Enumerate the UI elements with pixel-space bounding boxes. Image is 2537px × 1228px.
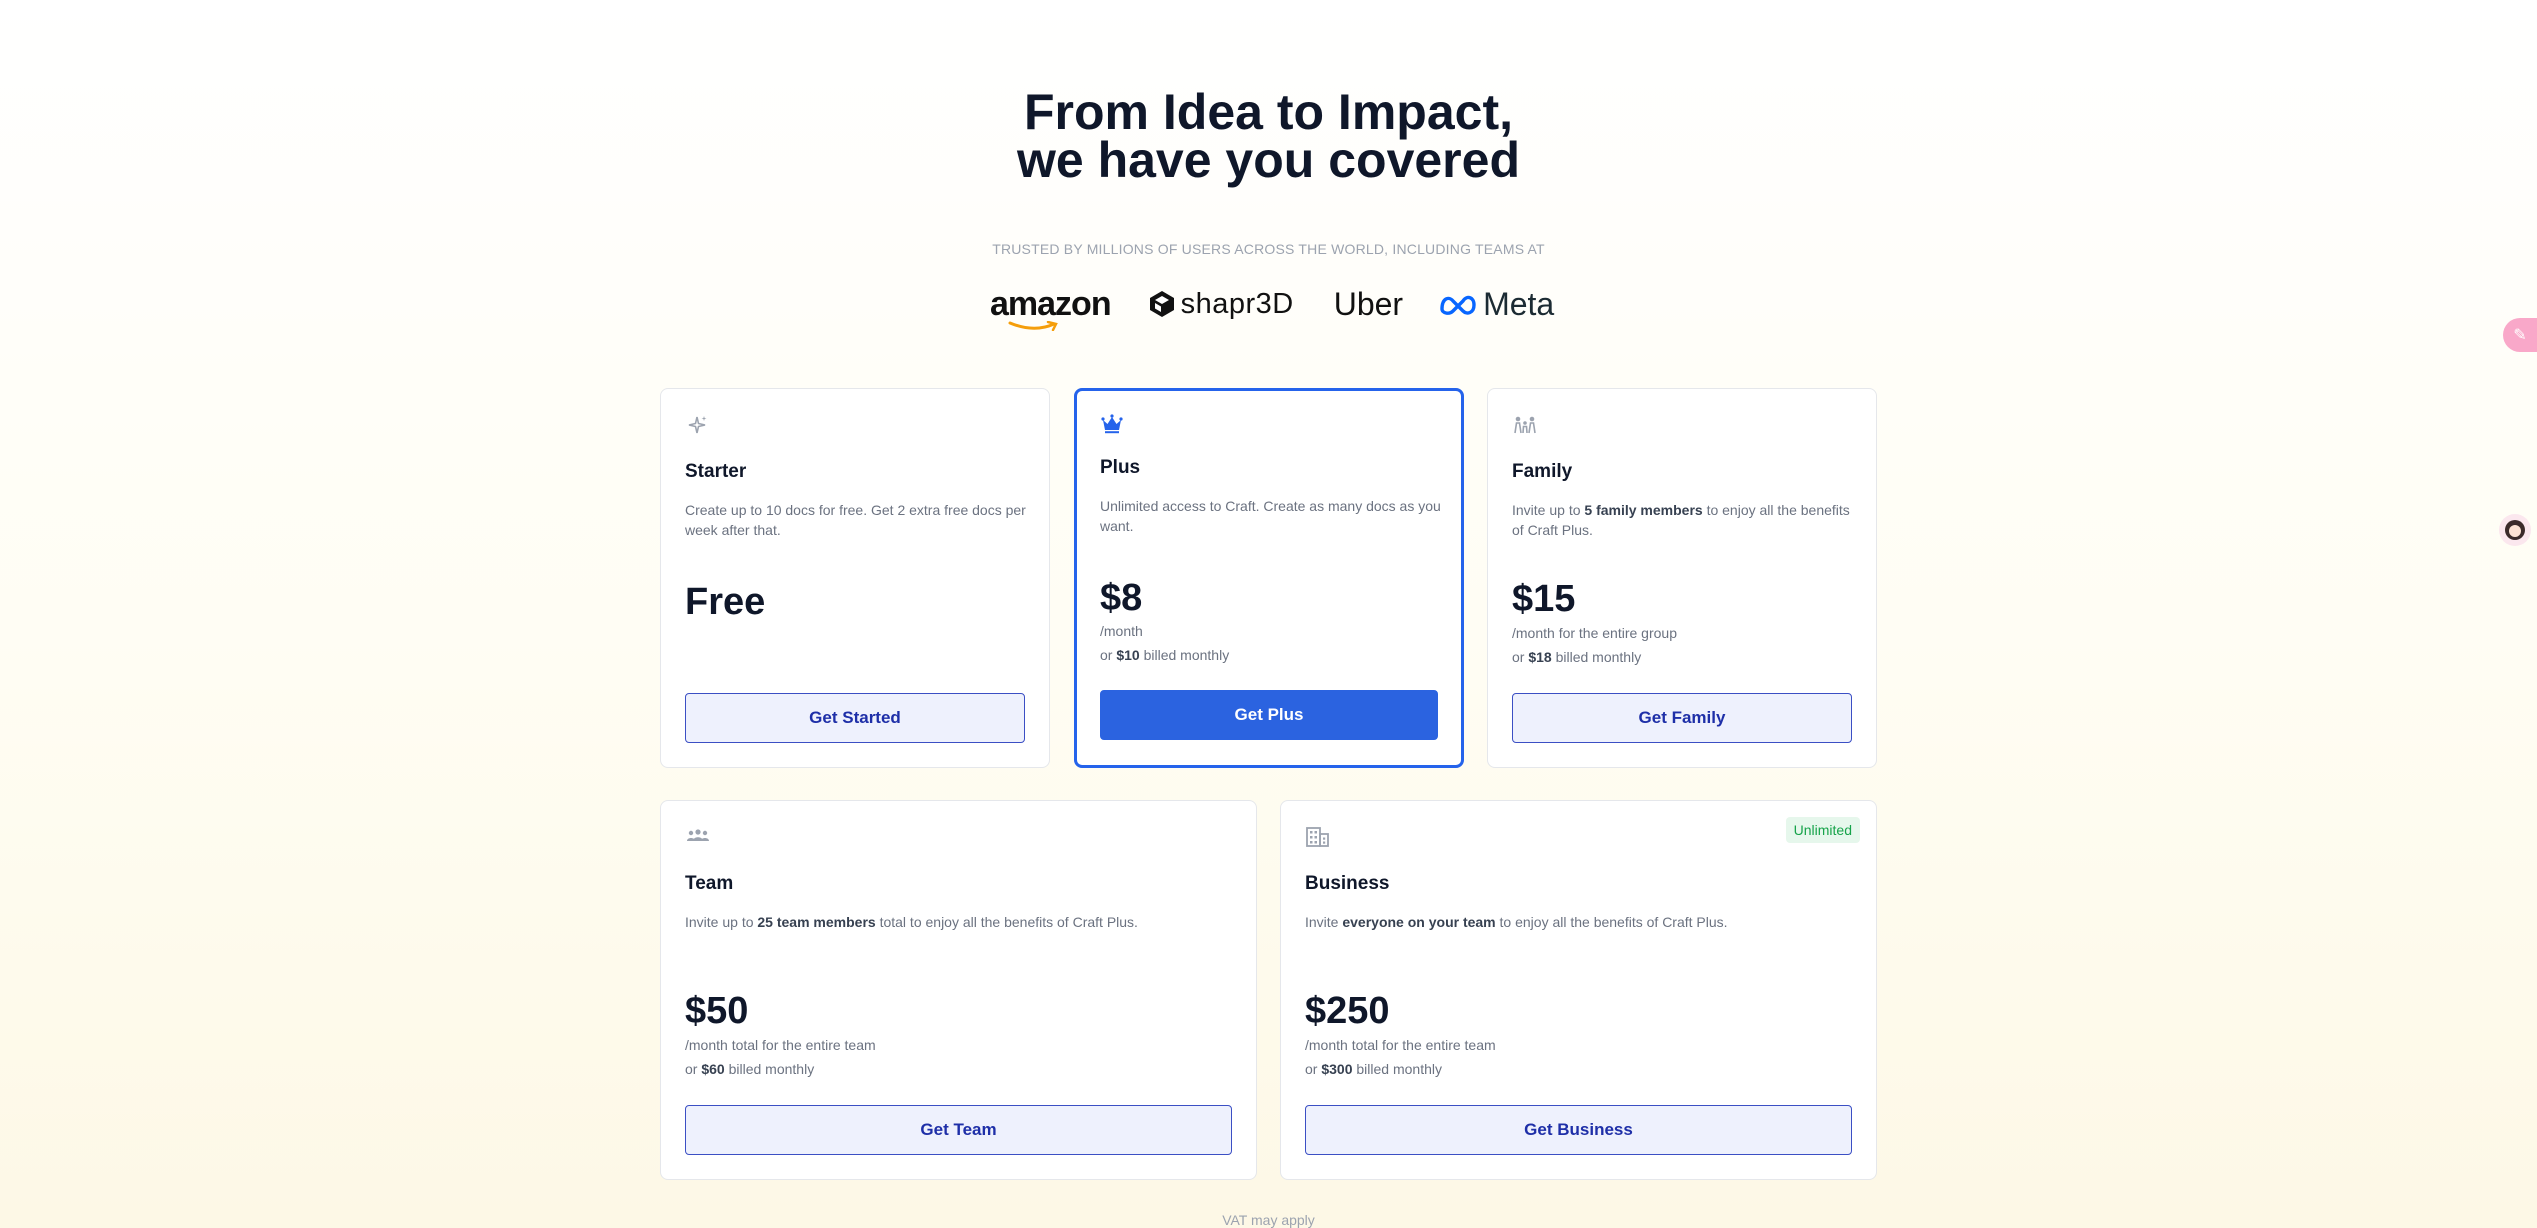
sparkle-icon <box>685 413 709 437</box>
assistant-avatar[interactable] <box>2499 514 2531 546</box>
plan-period: /month total for the entire team <box>685 1037 876 1053</box>
plan-billed-note: or $10 billed monthly <box>1100 647 1230 663</box>
plan-price: Free <box>685 581 766 623</box>
plan-price: $15 <box>1512 578 1576 620</box>
plan-card-team: Team Invite up to 25 team members total … <box>660 800 1257 1180</box>
plan-card-business: Unlimited Business Invite everyone on yo… <box>1280 800 1877 1180</box>
plan-description: Invite up to 5 family members to enjoy a… <box>1512 502 1850 538</box>
shapr3d-logo: shapr3D <box>1149 288 1294 321</box>
amazon-logo-text: amazon <box>990 284 1112 323</box>
vat-note: VAT may apply <box>1222 1212 1315 1228</box>
meta-logo: Meta <box>1439 286 1554 323</box>
plan-billed-note: or $300 billed monthly <box>1305 1061 1442 1077</box>
plan-price: $250 <box>1305 990 1390 1032</box>
get-family-button[interactable]: Get Family <box>1512 693 1852 743</box>
plan-period: /month total for the entire team <box>1305 1037 1496 1053</box>
plan-card-starter: Starter Create up to 10 docs for free. G… <box>660 388 1050 768</box>
billed-amount: $18 <box>1528 649 1552 665</box>
plan-description: Invite up to 25 team members total to en… <box>685 914 1138 930</box>
get-started-button[interactable]: Get Started <box>685 693 1025 743</box>
plan-description: Create up to 10 docs for free. Get 2 ext… <box>685 502 1026 538</box>
get-team-button[interactable]: Get Team <box>685 1105 1232 1155</box>
trusted-by-text: TRUSTED BY MILLIONS OF USERS ACROSS THE … <box>992 241 1545 257</box>
shapr3d-cube-icon <box>1149 291 1174 317</box>
meta-logo-text: Meta <box>1483 285 1555 322</box>
plan-billed-note: or $60 billed monthly <box>685 1061 815 1077</box>
crown-icon <box>1100 412 1124 436</box>
building-icon <box>1305 825 1329 849</box>
plan-card-plus: Plus Unlimited access to Craft. Create a… <box>1074 388 1464 768</box>
get-plus-button[interactable]: Get Plus <box>1100 690 1438 740</box>
billed-amount: $300 <box>1321 1061 1353 1077</box>
translate-widget-button[interactable]: ✎ <box>2503 318 2537 352</box>
hero-title: From Idea to Impact, we have you covered <box>0 87 2537 185</box>
desc-highlight: everyone on your team <box>1342 914 1496 930</box>
desc-highlight: 25 team members <box>757 914 876 930</box>
shapr3d-logo-text: shapr3D <box>1180 287 1294 320</box>
plan-description: Invite everyone on your team to enjoy al… <box>1305 914 1728 930</box>
plan-billed-note: or $18 billed monthly <box>1512 649 1642 665</box>
billed-amount: $10 <box>1116 647 1140 663</box>
uber-logo: Uber <box>1334 286 1403 323</box>
plan-description: Unlimited access to Craft. Create as man… <box>1100 498 1441 534</box>
amazon-smile-icon <box>1008 320 1058 331</box>
avatar-face-icon <box>2505 520 2525 540</box>
amazon-logo: amazon <box>990 284 1112 331</box>
uber-logo-text: Uber <box>1333 285 1404 322</box>
plan-period: /month <box>1100 623 1143 639</box>
plan-name: Team <box>685 873 734 894</box>
desc-highlight: 5 family members <box>1584 502 1703 518</box>
billed-amount: $60 <box>701 1061 725 1077</box>
plan-name: Starter <box>685 461 747 482</box>
meta-infinity-icon <box>1440 295 1476 315</box>
plan-name: Family <box>1512 461 1573 482</box>
customer-logos: amazon shapr3D Uber Meta <box>990 282 1554 331</box>
plan-card-family: Family Invite up to 5 family members to … <box>1487 388 1877 768</box>
plan-period: /month for the entire group <box>1512 625 1677 641</box>
translate-icon: ✎ <box>2513 327 2527 344</box>
plan-price: $50 <box>685 990 749 1032</box>
get-business-button[interactable]: Get Business <box>1305 1105 1852 1155</box>
plan-price: $8 <box>1100 577 1143 619</box>
unlimited-badge: Unlimited <box>1785 817 1860 843</box>
plan-name: Business <box>1305 873 1390 894</box>
team-icon <box>685 825 709 849</box>
plan-name: Plus <box>1100 457 1141 478</box>
hero-title-line2: we have you covered <box>1016 132 1520 188</box>
family-icon <box>1512 413 1536 437</box>
